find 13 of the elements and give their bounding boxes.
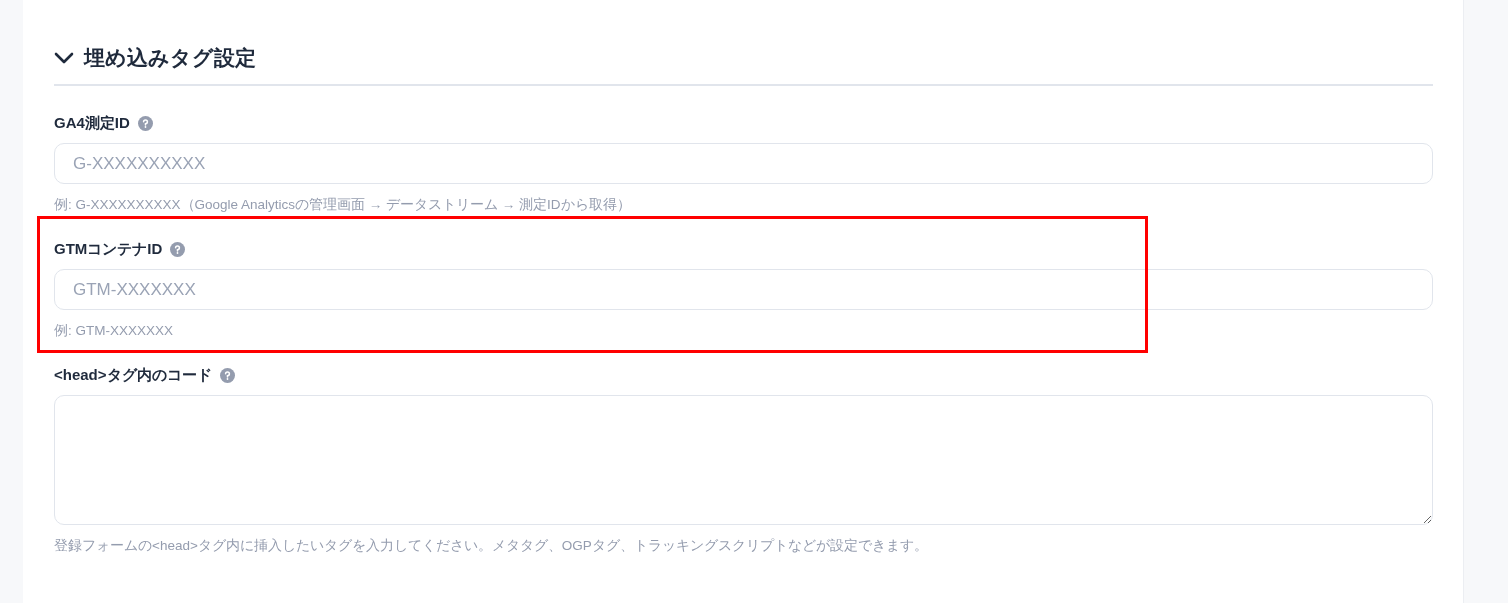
field-label: GTMコンテナID [54,240,163,259]
input-field[interactable]: GTM-XXXXXXX [54,269,1433,310]
help-icon[interactable] [219,368,235,383]
field-hint: 登録フォームの<head>タグ内に挿入したいタグを入力してください。メタタグ、OGPタグ、トラッキングスクリプトなどが設定できます。 [54,537,929,555]
field-hint: 例: G-XXXXXXXXXX（Google Analyticsの管理画面 → データストリーム → 測定IDから取得） [54,196,632,214]
help-icon[interactable] [170,242,186,257]
input-field[interactable]: G-XXXXXXXXXX [54,143,1433,184]
field-label: GA4測定ID [54,114,130,133]
help-icon[interactable] [137,116,153,131]
field-hint: 例: GTM-XXXXXXX [54,322,175,340]
section-title: 埋め込みタグ設定 [84,45,256,71]
field-label: <head>タグ内のコード [54,366,212,385]
chevron-down-icon[interactable] [54,51,74,65]
